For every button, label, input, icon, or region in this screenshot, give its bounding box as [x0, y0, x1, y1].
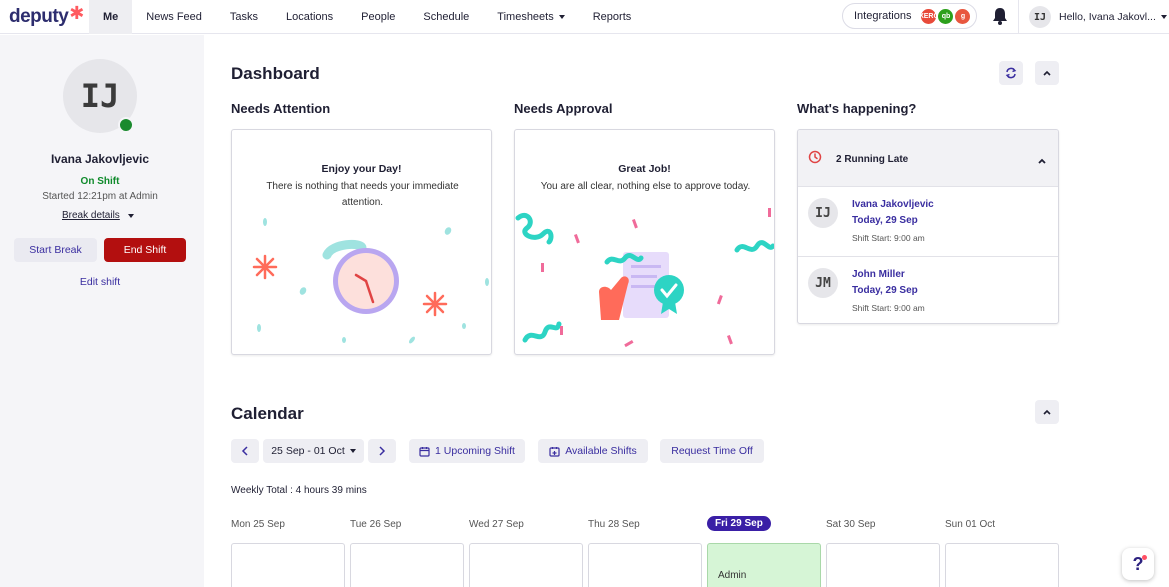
integrations-label: Integrations [854, 10, 912, 22]
running-late-label: 2 Running Late [836, 154, 909, 165]
request-time-off-button[interactable]: Request Time Off [660, 439, 764, 463]
needs-attention-card: Enjoy your Day! There is nothing that ne… [231, 129, 492, 355]
upcoming-shift-button[interactable]: 1 Upcoming Shift [409, 439, 525, 463]
logo-text: deputy [9, 5, 69, 27]
chevron-down-icon [1160, 15, 1167, 19]
whats-happening-heading: What's happening? [797, 101, 917, 116]
edit-shift-link[interactable]: Edit shift [0, 276, 200, 288]
refresh-icon [1005, 67, 1017, 79]
chevron-down-icon [127, 213, 134, 218]
help-button[interactable]: ? [1122, 548, 1154, 580]
calendar-day-cell[interactable] [826, 543, 940, 587]
nav-item-timesheets[interactable]: Timesheets [483, 0, 578, 34]
integrations-button[interactable]: Integrations XERO qb g [842, 3, 977, 29]
dashboard-title: Dashboard [231, 64, 320, 83]
shift-status: On Shift [80, 176, 120, 187]
calendar-day-cell[interactable] [231, 543, 345, 587]
day-header-fri-today: Fri 29 Sep [707, 516, 771, 531]
avatar: IJ [808, 198, 838, 228]
shift-date: Today, 29 Sep [852, 285, 918, 296]
nav-item-news-feed[interactable]: News Feed [132, 0, 216, 34]
list-item: JM John Miller Today, 29 Sep Shift Start… [798, 256, 1058, 323]
shift-start-text: Shift Start: 9:00 am [852, 233, 925, 243]
nav-item-me[interactable]: Me [89, 0, 133, 34]
end-shift-button[interactable]: End Shift [104, 238, 186, 262]
deputy-logo[interactable]: deputy ✱ [0, 0, 89, 34]
needs-approval-heading: Needs Approval [514, 101, 613, 116]
avatar: IJ [1029, 6, 1051, 28]
nav-item-schedule[interactable]: Schedule [409, 0, 483, 34]
calendar-day-cell[interactable] [588, 543, 702, 587]
calendar-icon [419, 446, 430, 457]
sidebar: IJ Ivana Jakovljevic On Shift Started 12… [0, 35, 204, 587]
shift-location-label: Admin [718, 570, 747, 581]
calendar-day-cell[interactable] [350, 543, 464, 587]
notification-dot-icon [1142, 555, 1147, 560]
start-break-button[interactable]: Start Break [14, 238, 97, 262]
previous-week-button[interactable] [231, 439, 259, 463]
needs-attention-heading: Needs Attention [231, 101, 331, 116]
top-navigation: deputy ✱ Me News Feed Tasks Locations Peo… [0, 0, 1169, 34]
needs-approval-card: Great Job! You are all clear, nothing el… [514, 129, 775, 355]
collapse-calendar-button[interactable] [1035, 400, 1059, 424]
day-header-tue: Tue 26 Sep [350, 519, 402, 530]
chevron-up-icon [1038, 158, 1046, 164]
logo-star-icon: ✱ [69, 3, 84, 23]
nav-item-people[interactable]: People [347, 0, 409, 34]
nav-item-locations[interactable]: Locations [272, 0, 347, 34]
chevron-up-icon [1043, 70, 1051, 76]
nav-item-tasks[interactable]: Tasks [216, 0, 272, 34]
week-range-label: 25 Sep - 01 Oct [271, 445, 345, 457]
xero-badge-icon: XERO [919, 8, 939, 24]
chevron-left-icon [241, 446, 248, 456]
user-menu[interactable]: IJ Hello, Ivana Jakovl... [1018, 0, 1169, 34]
calendar-day-cell[interactable] [469, 543, 583, 587]
bell-icon[interactable] [991, 6, 1009, 26]
chevron-down-icon [558, 14, 565, 19]
day-header-sun: Sun 01 Oct [945, 519, 996, 530]
break-details-toggle[interactable]: Break details [62, 210, 134, 221]
quickbooks-badge-icon: qb [938, 8, 954, 24]
day-header-wed: Wed 27 Sep [469, 519, 524, 530]
avatar: JM [808, 268, 838, 298]
collapse-dashboard-button[interactable] [1035, 61, 1059, 85]
break-details-label: Break details [62, 210, 120, 221]
calendar-day-cell-today[interactable]: Admin [707, 543, 821, 587]
refresh-button[interactable] [999, 61, 1023, 85]
user-greeting: Hello, Ivana Jakovl... [1059, 11, 1156, 23]
employee-link[interactable]: John Miller [852, 269, 905, 280]
chevron-up-icon [1043, 409, 1051, 415]
list-item: IJ Ivana Jakovljevic Today, 29 Sep Shift… [798, 187, 1058, 256]
checkmark-illustration [515, 208, 774, 348]
day-header-thu: Thu 28 Sep [588, 519, 640, 530]
employee-link[interactable]: Ivana Jakovljevic [852, 199, 934, 210]
available-shifts-button[interactable]: Available Shifts [538, 439, 648, 463]
next-week-button[interactable] [368, 439, 396, 463]
online-status-icon [118, 117, 134, 133]
nav-item-reports[interactable]: Reports [579, 0, 646, 34]
day-header-sat: Sat 30 Sep [826, 519, 876, 530]
calendar-day-cell[interactable] [945, 543, 1059, 587]
calendar-title: Calendar [231, 404, 304, 423]
available-shifts-label: Available Shifts [565, 445, 637, 457]
weekly-total: Weekly Total : 4 hours 39 mins [231, 485, 367, 496]
employee-name: Ivana Jakovljevic [50, 152, 150, 166]
day-header-mon: Mon 25 Sep [231, 519, 285, 530]
clock-icon [808, 150, 822, 164]
whats-happening-card: 2 Running Late IJ Ivana Jakovljevic Toda… [797, 129, 1059, 324]
running-late-header[interactable]: 2 Running Late [798, 130, 1058, 187]
shift-started-text: Started 12:21pm at Admin [42, 191, 158, 202]
week-range-dropdown[interactable]: 25 Sep - 01 Oct [263, 439, 364, 463]
shift-date: Today, 29 Sep [852, 215, 918, 226]
nav-timesheets-label: Timesheets [497, 10, 554, 23]
calendar-add-icon [549, 446, 560, 457]
clock-illustration [252, 218, 489, 344]
upcoming-shift-label: 1 Upcoming Shift [435, 445, 515, 457]
gusto-badge-icon: g [955, 8, 971, 24]
shift-start-text: Shift Start: 9:00 am [852, 303, 925, 313]
chevron-down-icon [349, 449, 356, 453]
chevron-right-icon [379, 446, 386, 456]
